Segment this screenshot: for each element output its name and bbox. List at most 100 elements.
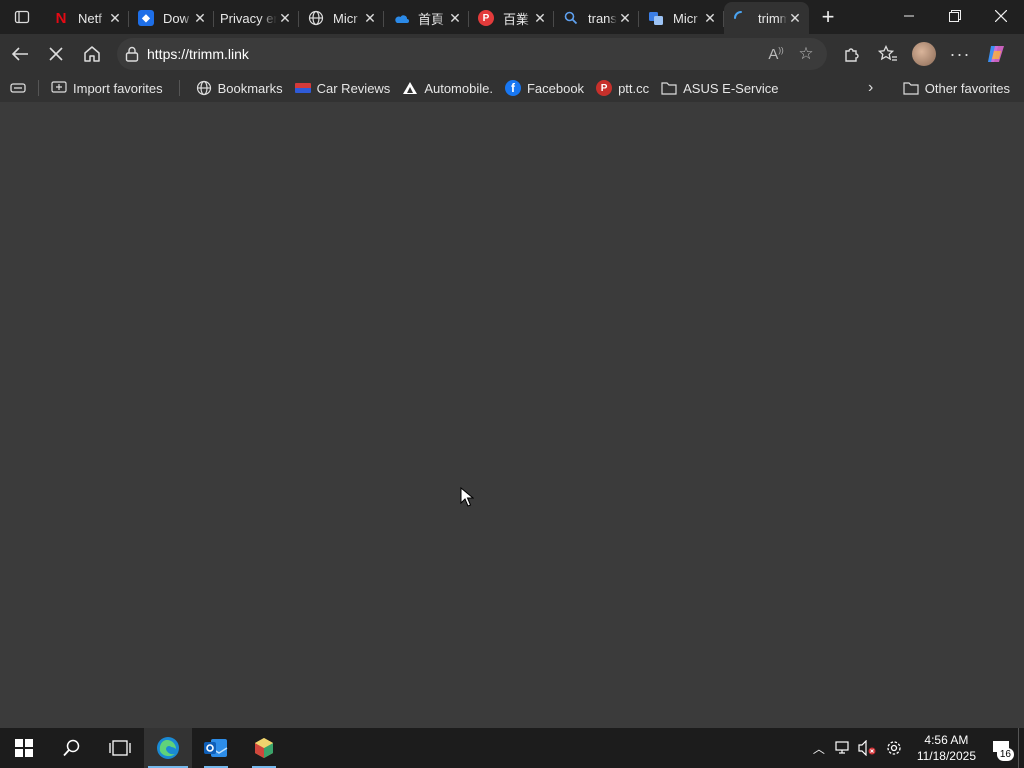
tab-actions-icon bbox=[14, 10, 30, 24]
close-tab-icon[interactable]: ✕ bbox=[363, 11, 377, 25]
tab-trimm-active[interactable]: trimm ✕ bbox=[724, 2, 809, 34]
cube-app-icon bbox=[255, 738, 273, 758]
minimize-icon bbox=[904, 15, 914, 17]
stop-loading-button[interactable] bbox=[38, 36, 74, 72]
facebook-icon: f bbox=[504, 80, 521, 96]
tab-bar: N Netf ✕ ◆ Dow ✕ Privacy er ✕ Micr ✕ 首頁 … bbox=[0, 0, 1024, 34]
taskbar: ︿ 4:56 AM 11/18/2025 16 bbox=[0, 728, 1024, 768]
tab-netflix[interactable]: N Netf ✕ bbox=[44, 2, 129, 34]
tab-search-trans[interactable]: trans ✕ bbox=[554, 2, 639, 34]
volume-muted-icon bbox=[858, 740, 876, 756]
stop-icon bbox=[49, 47, 63, 61]
page-content[interactable] bbox=[0, 102, 1024, 728]
restore-button[interactable] bbox=[932, 0, 978, 32]
chevron-right-icon: › bbox=[868, 79, 874, 96]
collections-button[interactable] bbox=[0, 76, 32, 100]
fav-label: Facebook bbox=[526, 80, 585, 96]
copilot-button[interactable] bbox=[978, 36, 1014, 72]
start-button[interactable] bbox=[0, 728, 48, 768]
fav-asus-e-service[interactable]: ASUS E-Service bbox=[655, 76, 784, 100]
ptt-icon: P bbox=[596, 80, 613, 96]
gear-icon bbox=[887, 741, 901, 755]
extensions-button[interactable] bbox=[834, 36, 870, 72]
fav-import-favorites[interactable]: Import favorites bbox=[45, 76, 169, 100]
close-tab-icon[interactable]: ✕ bbox=[533, 11, 547, 25]
fav-label: ptt.cc bbox=[618, 80, 650, 96]
tab-actions-button[interactable] bbox=[0, 0, 44, 34]
restore-icon bbox=[949, 10, 961, 22]
show-hidden-icons-button[interactable]: ︿ bbox=[807, 728, 831, 768]
close-tab-icon[interactable]: ✕ bbox=[193, 11, 207, 25]
profile-button[interactable] bbox=[906, 36, 942, 72]
favorites-overflow-button[interactable]: › bbox=[862, 76, 879, 100]
task-view-button[interactable] bbox=[96, 728, 144, 768]
loading-icon bbox=[733, 10, 749, 26]
tab-onedrive[interactable]: 首頁 ✕ bbox=[384, 2, 469, 34]
close-window-button[interactable] bbox=[978, 0, 1024, 32]
close-tab-icon[interactable]: ✕ bbox=[278, 11, 292, 25]
tab-title: Dow bbox=[163, 10, 190, 26]
add-favorite-button[interactable]: ☆ bbox=[791, 41, 821, 67]
clock-date: 11/18/2025 bbox=[916, 749, 976, 763]
read-aloud-icon: A)) bbox=[768, 45, 784, 63]
tab-download[interactable]: ◆ Dow ✕ bbox=[129, 2, 214, 34]
network-button[interactable] bbox=[831, 728, 855, 768]
taskbar-app-cube[interactable] bbox=[240, 728, 288, 768]
notification-center-button[interactable]: 16 bbox=[984, 728, 1018, 768]
settings-menu-button[interactable]: ··· bbox=[942, 36, 978, 72]
read-aloud-button[interactable]: A)) bbox=[761, 41, 791, 67]
tab-privacy[interactable]: Privacy er ✕ bbox=[214, 2, 299, 34]
search-icon bbox=[63, 739, 80, 757]
fav-bookmarks[interactable]: Bookmarks bbox=[190, 76, 289, 100]
tab-pp[interactable]: P 百業 ✕ bbox=[469, 2, 554, 34]
tab-title: 百業 bbox=[503, 11, 530, 27]
favorites-button[interactable] bbox=[870, 36, 906, 72]
taskbar-outlook[interactable] bbox=[192, 728, 240, 768]
divider bbox=[38, 80, 39, 96]
tab-title: Micr bbox=[673, 10, 698, 26]
windows-icon bbox=[15, 739, 33, 757]
fav-ptt[interactable]: P ptt.cc bbox=[590, 76, 655, 100]
close-tab-icon[interactable]: ✕ bbox=[618, 11, 632, 25]
clock[interactable]: 4:56 AM 11/18/2025 bbox=[909, 732, 984, 764]
copilot-icon bbox=[988, 46, 1004, 62]
taskbar-search-button[interactable] bbox=[48, 728, 96, 768]
address-bar[interactable]: https://trimm.link A)) ☆ bbox=[117, 38, 827, 70]
divider bbox=[178, 80, 180, 96]
mouse-cursor-icon bbox=[460, 487, 474, 507]
minimize-button[interactable] bbox=[886, 0, 932, 32]
notification-badge: 16 bbox=[996, 748, 1014, 761]
taskbar-edge[interactable] bbox=[144, 728, 192, 768]
fav-label: ASUS E-Service bbox=[683, 80, 779, 96]
task-view-icon bbox=[109, 740, 131, 756]
edge-icon bbox=[157, 737, 179, 759]
fav-automobile[interactable]: Automobile. bbox=[396, 76, 499, 100]
plus-icon: + bbox=[821, 4, 835, 29]
fav-car-reviews[interactable]: Car Reviews bbox=[289, 76, 397, 100]
fav-label: Automobile. bbox=[424, 80, 493, 96]
show-desktop-button[interactable] bbox=[1018, 728, 1024, 768]
fav-facebook[interactable]: f Facebook bbox=[499, 76, 590, 100]
back-button[interactable] bbox=[2, 36, 38, 72]
favorites-bar: Import favorites Bookmarks Car Reviews A… bbox=[0, 74, 1024, 102]
window-controls bbox=[886, 0, 1024, 32]
volume-button[interactable] bbox=[855, 728, 879, 768]
tab-title: trimm bbox=[758, 10, 787, 26]
new-tab-button[interactable]: + bbox=[811, 0, 845, 34]
onedrive-icon bbox=[393, 10, 409, 26]
clock-time: 4:56 AM bbox=[924, 733, 969, 747]
tab-microsoft-2[interactable]: Micr ✕ bbox=[639, 2, 724, 34]
close-tab-icon[interactable]: ✕ bbox=[448, 11, 462, 25]
close-tab-icon[interactable]: ✕ bbox=[108, 11, 122, 25]
home-button[interactable] bbox=[74, 36, 110, 72]
close-tab-icon[interactable]: ✕ bbox=[703, 11, 717, 25]
translator-icon bbox=[648, 10, 664, 26]
network-icon bbox=[835, 741, 849, 754]
tab-microsoft-1[interactable]: Micr ✕ bbox=[299, 2, 384, 34]
other-favorites-button[interactable]: Other favorites bbox=[897, 76, 1016, 100]
import-icon bbox=[51, 80, 67, 96]
lock-icon bbox=[125, 46, 139, 62]
fav-label: Bookmarks bbox=[217, 80, 283, 96]
settings-tray-button[interactable] bbox=[879, 728, 909, 768]
close-tab-icon[interactable]: ✕ bbox=[788, 11, 802, 25]
